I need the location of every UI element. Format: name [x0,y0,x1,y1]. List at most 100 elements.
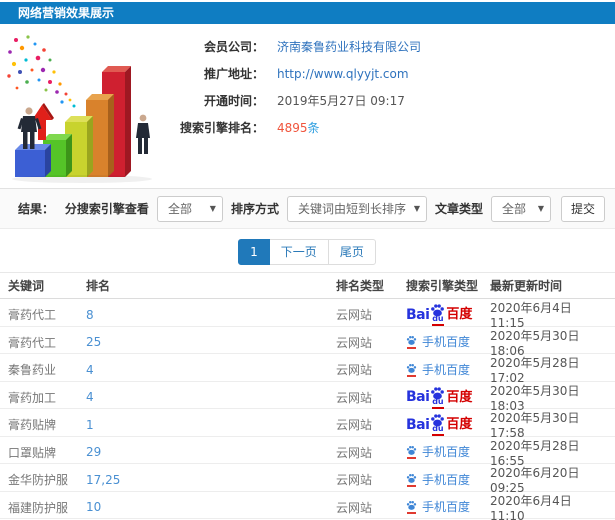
mobile-baidu-logo: 手机百度 [406,363,470,377]
field-open-time: 开通时间： 2019年5月27日 09:17 [168,87,421,114]
pagination: 1 下一页 尾页 [0,239,615,265]
engine-cell: Bai du 百度 [406,413,490,436]
engine-cell: 手机百度 [406,500,490,514]
article-type-label: 文章类型 [434,202,483,216]
col-update-time: 最新更新时间 [490,279,563,293]
col-keyword: 关键词 [8,279,45,293]
rank-link[interactable]: 8 [86,308,336,322]
table-row: 膏药加工 4 云网站 Bai du 百度 2020年5月30日 18:03 [0,382,615,413]
submit-button[interactable]: 提交 [560,195,605,222]
rank-count-label: 搜索引擎排名： [179,121,264,135]
marketing-dashboard: 网络营销效果展示 会员公司： 济南秦鲁药业科技有限公司 推广地址： http:/… [0,0,615,520]
rank-link[interactable]: 29 [86,445,336,459]
rank-type-cell: 云网站 [336,390,373,405]
rank-type-cell: 云网站 [336,500,373,515]
update-time-cell: 2020年5月28日 17:02 [490,356,580,385]
promotion-url-link[interactable]: http://www.qlyyjt.com [277,67,409,81]
table-body: 膏药代工 8 云网站 Bai du 百度 2020年6月4日 11:15 膏药代工 25 云网站手… [0,299,615,520]
mobile-baidu-logo: 手机百度 [406,500,470,514]
rank-link[interactable]: 1 [86,418,336,432]
field-url: 推广地址： http://www.qlyyjt.com [168,60,421,87]
keyword-cell: 口罩贴牌 [8,445,57,460]
update-time-cell: 2020年5月28日 16:55 [490,438,580,468]
update-time-cell: 2020年6月20日 09:25 [490,466,580,495]
confetti-dots [7,35,76,108]
keyword-cell: 福建防护服 [8,500,69,515]
rank-link[interactable]: 25 [86,335,336,349]
bar-chart-clipart-icon [7,35,152,183]
next-page-button[interactable]: 下一页 [268,239,329,265]
engine-cell: 手机百度 [406,335,490,349]
rank-type-cell: 云网站 [336,335,373,350]
rank-type-cell: 云网站 [336,363,373,377]
col-engine-type: 搜索引擎类型 [406,279,479,293]
mobile-baidu-logo: 手机百度 [406,445,470,459]
table-row: 口罩贴牌 29 云网站 手机百度 2020年5月28日 16:55 [0,437,615,468]
filter-controls: 分搜索引擎查看 全部 ▼ 排序方式 关键词由短到长排序 ▼ 文章类型 全部 ▼ … [63,195,605,222]
rank-type-cell: 云网站 [336,308,373,322]
field-rank-count: 搜索引擎排名： 4895条 [168,114,421,141]
rank-link[interactable]: 17,25 [86,473,336,487]
chevron-down-icon: ▼ [413,203,420,213]
baidu-logo: Bai du 百度 [406,413,472,436]
mobile-baidu-logo: 手机百度 [406,473,470,487]
update-time-cell: 2020年5月30日 17:58 [490,411,580,440]
mobile-baidu-logo: 手机百度 [406,335,470,349]
engine-cell: 手机百度 [406,445,490,459]
keyword-cell: 膏药加工 [8,390,57,405]
sort-select[interactable]: 关键词由短到长排序 ▼ [286,195,427,222]
page-title: 网络营销效果展示 [18,6,115,20]
update-time-cell: 2020年6月4日 11:10 [490,493,572,520]
col-rank: 排名 [86,279,111,293]
table-row: 福建防护服 10 云网站 手机百度 2020年6月4日 11:10 [0,492,615,520]
open-time-label: 开通时间： [203,94,264,108]
page-header: 网络营销效果展示 [0,2,615,24]
chevron-down-icon: ▼ [537,203,544,213]
rank-type-cell: 云网站 [336,418,373,432]
baidu-paw-icon [406,500,417,510]
marketing-illustration [2,32,174,184]
field-company: 会员公司： 济南秦鲁药业科技有限公司 [168,33,421,60]
keyword-cell: 膏药代工 [8,335,57,350]
update-time-cell: 2020年5月30日 18:03 [490,383,580,413]
rank-link[interactable]: 10 [86,500,336,514]
rank-link[interactable]: 4 [86,363,336,377]
table-header-row: 关键词 排名 排名类型 搜索引擎类型 最新更新时间 [0,272,615,299]
keyword-cell: 膏药贴牌 [8,418,57,432]
open-time-value: 2019年5月27日 09:17 [277,94,405,108]
last-page-button[interactable]: 尾页 [327,239,376,265]
table-row: 秦鲁药业 4 云网站 手机百度 2020年5月28日 17:02 [0,354,615,385]
company-info-panel: 会员公司： 济南秦鲁药业科技有限公司 推广地址： http://www.qlyy… [168,33,421,141]
sort-label: 排序方式 [230,202,279,216]
rank-type-cell: 云网站 [336,473,373,487]
engine-filter-label: 分搜索引擎查看 [64,202,149,216]
page-1-button[interactable]: 1 [238,239,270,265]
filter-bar: 结果： 分搜索引擎查看 全部 ▼ 排序方式 关键词由短到长排序 ▼ 文章类型 全… [0,188,615,229]
table-row: 膏药代工 8 云网站 Bai du 百度 2020年6月4日 11:15 [0,299,615,330]
col-rank-type: 排名类型 [336,279,385,293]
update-time-cell: 2020年5月30日 18:06 [490,328,580,358]
table-row: 膏药贴牌 1 云网站 Bai du 百度 2020年5月30日 17:58 [0,409,615,440]
businessman-right [136,114,150,154]
engine-cell: 手机百度 [406,363,490,377]
rank-count-value: 4895条 [277,121,320,135]
engine-select[interactable]: 全部 ▼ [156,195,223,222]
baidu-paw-icon [406,445,417,455]
company-link[interactable]: 济南秦鲁药业科技有限公司 [277,38,421,55]
result-label: 结果： [18,202,55,216]
chevron-down-icon: ▼ [209,203,216,213]
table-row: 金华防护服 17,25 云网站 手机百度 2020年6月20日 09:25 [0,464,615,495]
rank-link[interactable]: 4 [86,390,336,404]
baidu-paw-icon [406,363,417,373]
baidu-logo: Bai du 百度 [406,303,472,326]
table-row: 膏药代工 25 云网站 手机百度 2020年5月30日 18:06 [0,327,615,358]
baidu-paw-icon [406,473,417,483]
baidu-logo: Bai du 百度 [406,386,472,409]
rank-type-cell: 云网站 [336,445,373,460]
article-type-select[interactable]: 全部 ▼ [490,195,551,222]
engine-cell: Bai du 百度 [406,303,490,326]
keyword-rank-table: 关键词 排名 排名类型 搜索引擎类型 最新更新时间 膏药代工 8 云网站 Bai du 百… [0,272,615,520]
keyword-cell: 秦鲁药业 [8,363,57,377]
url-label: 推广地址： [203,67,264,81]
keyword-cell: 膏药代工 [8,308,57,322]
